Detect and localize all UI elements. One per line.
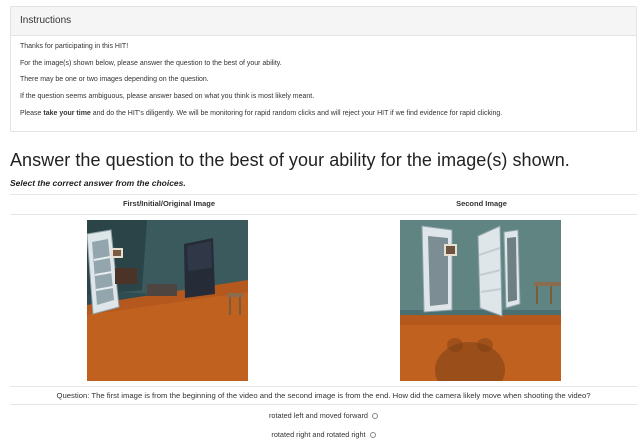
instruction-line: Please take your time and do the HIT's d… xyxy=(20,109,627,118)
question-text: Question: The first image is from the be… xyxy=(56,391,591,400)
instructions-panel: Instructions Thanks for participating in… xyxy=(10,6,637,132)
choice-label: rotated left and moved forward xyxy=(269,411,368,420)
answer-choice[interactable]: rotated right and rotated right xyxy=(10,430,637,439)
page-title: Answer the question to the best of your … xyxy=(10,150,570,170)
instruction-emphasis: take your time xyxy=(43,109,91,117)
divider xyxy=(10,386,637,387)
first-image xyxy=(87,220,248,381)
first-image-label: First/Initial/Original Image xyxy=(122,199,216,208)
divider xyxy=(10,404,637,405)
divider xyxy=(10,194,637,195)
radio-button[interactable] xyxy=(372,413,378,420)
page-subtitle: Select the correct answer from the choic… xyxy=(10,178,186,188)
divider xyxy=(10,214,637,215)
choice-label: rotated right and rotated right xyxy=(271,430,366,439)
answer-choice[interactable]: rotated left and moved forward xyxy=(10,411,637,420)
instruction-line: There may be one or two images depending… xyxy=(20,76,209,84)
second-image-label: Second Image xyxy=(456,199,507,208)
instruction-line: If the question seems ambiguous, please … xyxy=(20,93,315,101)
instructions-body: Thanks for participating in this HIT! Fo… xyxy=(11,36,636,118)
second-image xyxy=(400,220,561,381)
instruction-line: Thanks for participating in this HIT! xyxy=(20,43,129,50)
instruction-line: For the image(s) shown below, please ans… xyxy=(20,59,282,67)
instruction-suffix: and do the HIT's diligently. We will be … xyxy=(90,109,503,117)
instruction-prefix: Please xyxy=(20,109,44,117)
radio-button[interactable] xyxy=(369,432,376,439)
instructions-heading: Instructions xyxy=(11,7,636,36)
